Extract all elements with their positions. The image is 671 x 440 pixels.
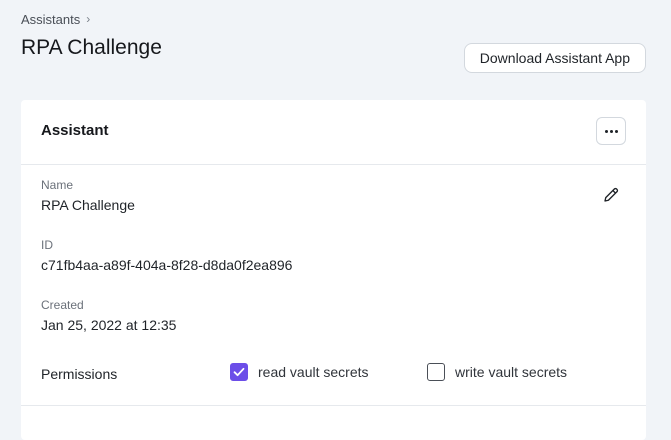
- page-title: RPA Challenge: [21, 36, 162, 59]
- read-vault-secrets-checkbox[interactable]: [230, 363, 248, 381]
- read-vault-secrets-label: read vault secrets: [258, 364, 369, 380]
- card-title: Assistant: [41, 122, 109, 139]
- write-vault-secrets-label: write vault secrets: [455, 364, 568, 380]
- permissions-label: Permissions: [41, 366, 118, 382]
- name-label: Name: [41, 178, 74, 192]
- id-value: c71fb4aa-a89f-404a-8f28-d8da0f2ea896: [41, 257, 293, 273]
- breadcrumb: Assistants ›: [21, 11, 91, 28]
- chevron-right-icon: ›: [86, 11, 91, 26]
- read-vault-secrets-option[interactable]: read vault secrets: [230, 363, 369, 381]
- created-label: Created: [41, 298, 84, 312]
- write-vault-secrets-checkbox[interactable]: [427, 363, 445, 381]
- pencil-icon[interactable]: [602, 186, 620, 204]
- section-divider: [21, 405, 646, 406]
- created-value: Jan 25, 2022 at 12:35: [41, 317, 177, 333]
- id-field: ID c71fb4aa-a89f-404a-8f28-d8da0f2ea896: [41, 238, 292, 274]
- download-assistant-app-button[interactable]: Download Assistant App: [463, 43, 646, 73]
- created-field: Created Jan 25, 2022 at 12:35: [41, 298, 176, 334]
- checkmark-icon: [233, 367, 245, 377]
- name-value: RPA Challenge: [41, 197, 135, 213]
- more-options-button[interactable]: [596, 117, 626, 145]
- write-vault-secrets-option[interactable]: write vault secrets: [427, 363, 567, 381]
- more-horizontal-icon: [604, 129, 618, 133]
- name-field: Name RPA Challenge: [41, 178, 135, 214]
- breadcrumb-item-assistants[interactable]: Assistants: [21, 12, 80, 27]
- card-header: Assistant: [21, 100, 646, 165]
- permissions-row: Permissions read vault secrets write vau…: [41, 363, 631, 385]
- assistant-card: Assistant Name RPA Challenge ID c71fb4aa…: [21, 100, 646, 440]
- id-label: ID: [41, 238, 53, 252]
